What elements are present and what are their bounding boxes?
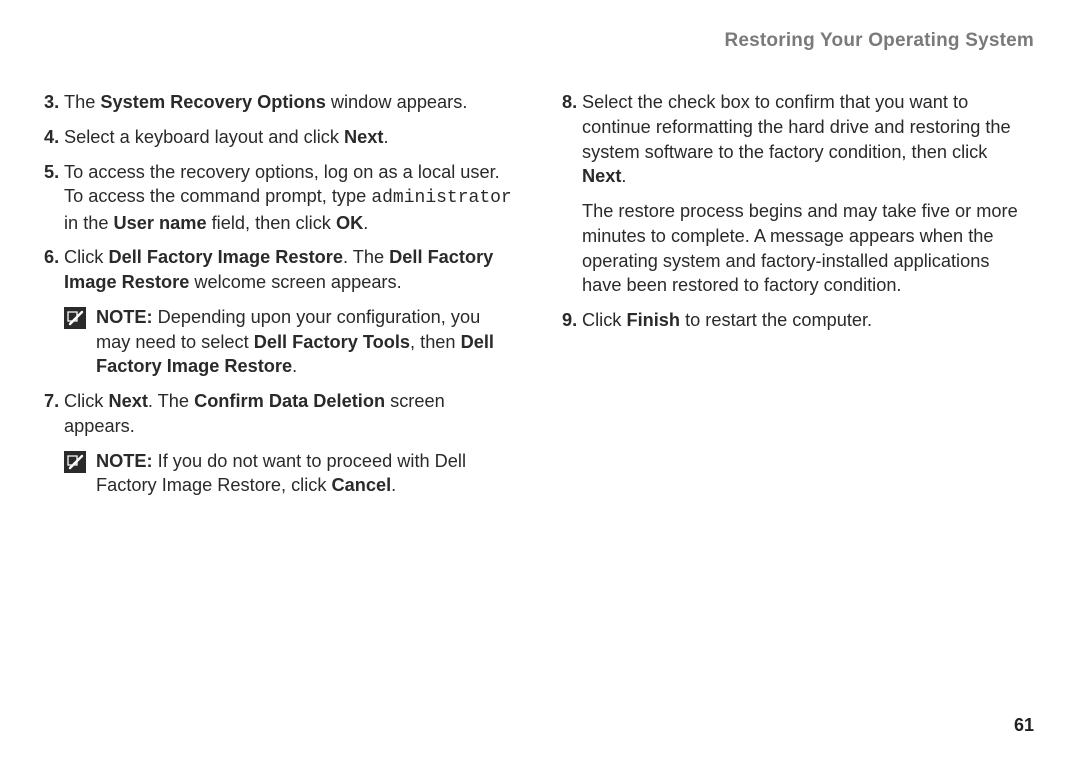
note-2: NOTE: If you do not want to proceed with… [44, 449, 514, 499]
content-columns: 3. The System Recovery Options window ap… [44, 90, 1036, 508]
steps-list-left: 3. The System Recovery Options window ap… [44, 90, 514, 295]
step-8-continuation: The restore process begins and may take … [562, 199, 1032, 298]
page-header: Restoring Your Operating System [44, 30, 1036, 52]
note-label: NOTE: [96, 307, 153, 327]
step-number: 7. [44, 389, 62, 414]
note-icon [64, 307, 86, 329]
step-number: 6. [44, 245, 62, 270]
step-4: 4. Select a keyboard layout and click Ne… [44, 125, 514, 150]
note-1: NOTE: Depending upon your configuration,… [44, 305, 514, 379]
page-number: 61 [1014, 715, 1034, 736]
document-page: Restoring Your Operating System 3. The S… [0, 0, 1080, 766]
step-9: 9. Click Finish to restart the computer. [562, 308, 1032, 333]
step-number: 3. [44, 90, 62, 115]
step-number: 5. [44, 160, 62, 185]
steps-list-right: 8. Select the check box to confirm that … [562, 90, 1032, 189]
note-label: NOTE: [96, 451, 153, 471]
right-column: 8. Select the check box to confirm that … [562, 90, 1032, 508]
left-column: 3. The System Recovery Options window ap… [44, 90, 514, 508]
steps-list-right-2: 9. Click Finish to restart the computer. [562, 308, 1032, 333]
step-8: 8. Select the check box to confirm that … [562, 90, 1032, 189]
step-5: 5. To access the recovery options, log o… [44, 160, 514, 236]
steps-list-left-2: 7. Click Next. The Confirm Data Deletion… [44, 389, 514, 439]
step-number: 4. [44, 125, 62, 150]
step-number: 9. [562, 308, 580, 333]
step-7: 7. Click Next. The Confirm Data Deletion… [44, 389, 514, 439]
step-6: 6. Click Dell Factory Image Restore. The… [44, 245, 514, 295]
step-3: 3. The System Recovery Options window ap… [44, 90, 514, 115]
note-icon [64, 451, 86, 473]
header-title: Restoring Your Operating System [724, 30, 1034, 51]
step-number: 8. [562, 90, 580, 115]
